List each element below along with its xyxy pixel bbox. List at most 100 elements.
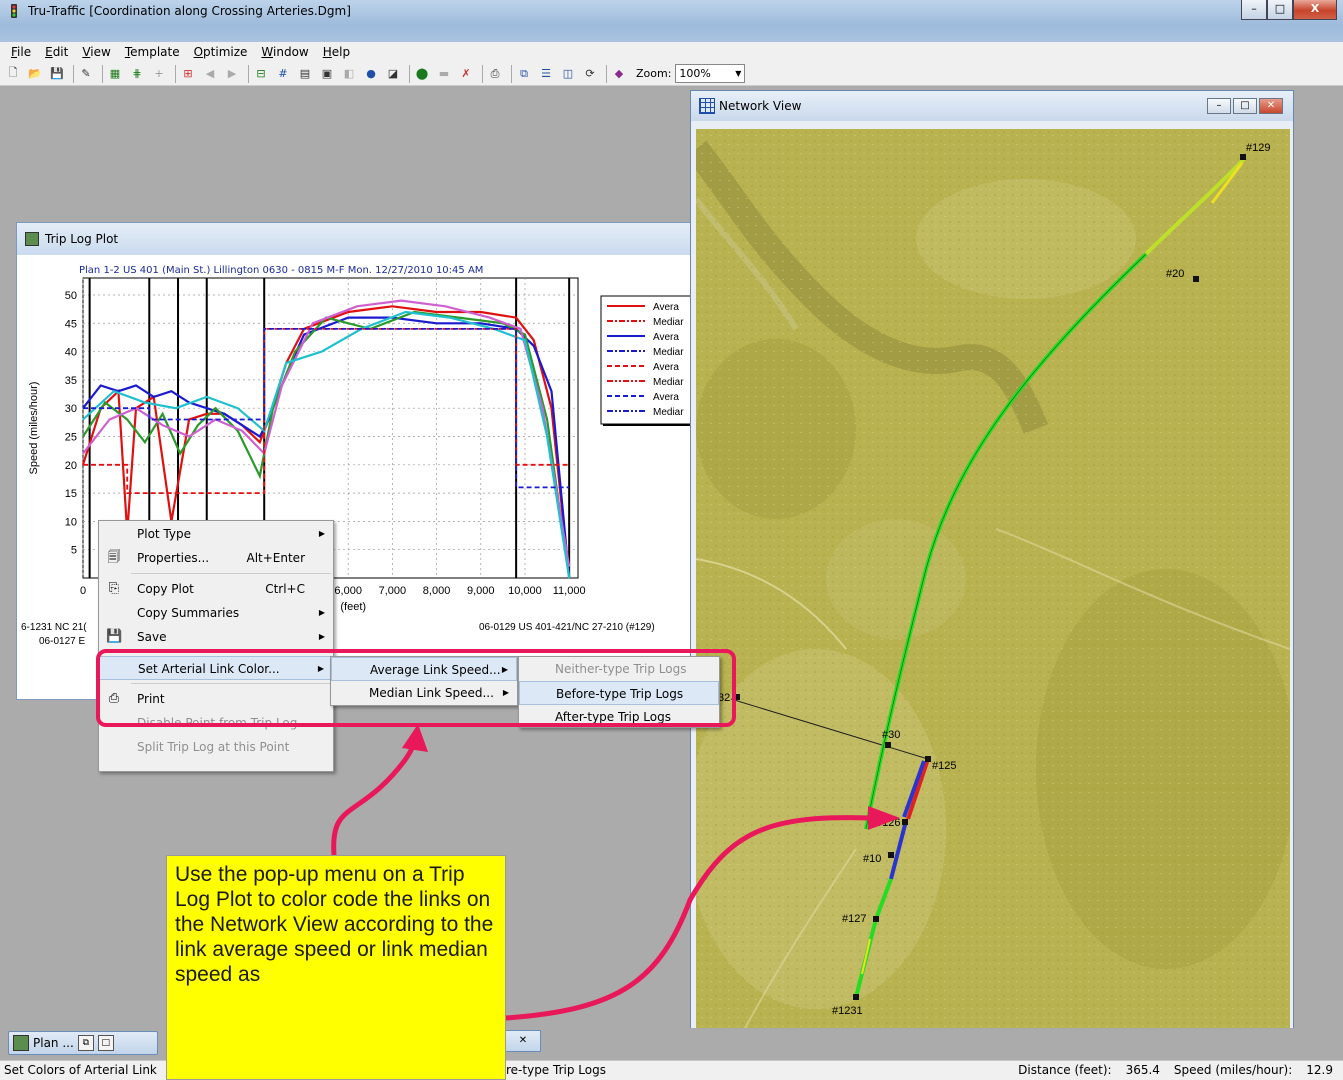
y-tick-label: 40 (65, 347, 77, 359)
disabled-tool-icon[interactable]: ◧ (340, 65, 358, 83)
start-intersection-label: 06-0127 E (39, 636, 85, 647)
taskbar-plan-window[interactable]: Plan ... ⧉ □ (8, 1031, 158, 1055)
cascade-icon[interactable]: ⧉ (515, 65, 533, 83)
clear-icon[interactable]: ✗ (457, 65, 475, 83)
menu-item-properties[interactable]: 🗐 Properties... Alt+Enter (99, 546, 333, 570)
toolbar-separator (482, 64, 483, 83)
y-tick-label: 50 (65, 290, 77, 302)
trip-log-icon (25, 232, 39, 246)
trip-log-context-menu: Plot Type ▶ 🗐 Properties... Alt+Enter ⎘ … (98, 520, 334, 772)
menu-optimize[interactable]: Optimize (187, 45, 255, 59)
nv-maximize-button[interactable]: □ (1233, 98, 1257, 114)
node-marker[interactable] (1240, 154, 1246, 160)
go-icon[interactable]: ⬤ (413, 65, 431, 83)
taskbar-close-button[interactable]: ✕ (505, 1030, 541, 1052)
annotation-arrowhead (402, 724, 428, 752)
menu-item-shortcut: Alt+Enter (246, 551, 305, 565)
legend-label: Mediar (653, 347, 684, 358)
network-view-titlebar[interactable]: Network View (691, 91, 1293, 121)
x-tick-label: 8,000 (423, 585, 451, 597)
maximize-button[interactable]: □ (1267, 0, 1293, 20)
trip-log-plot-titlebar[interactable]: Trip Log Plot (17, 223, 715, 255)
node-marker[interactable] (902, 819, 908, 825)
previous-icon[interactable]: ◀ (201, 65, 219, 83)
minimize-button[interactable]: – (1241, 0, 1267, 20)
print-icon[interactable]: ⎙ (486, 65, 504, 83)
node-marker[interactable] (873, 916, 879, 922)
add-node-icon[interactable]: + (150, 65, 168, 83)
node-marker[interactable] (888, 852, 894, 858)
table-icon[interactable]: ▤ (296, 65, 314, 83)
node-label: #129 (1246, 142, 1270, 154)
app-title-bar: Tru-Traffic [Coordination along Crossing… (0, 0, 1343, 42)
properties-icon[interactable]: ◪ (384, 65, 402, 83)
x-tick-label: 7,000 (379, 585, 407, 597)
open-folder-icon[interactable]: 📂 (26, 65, 44, 83)
legend-label: Avera (653, 362, 679, 373)
timespace-icon[interactable]: ⊟ (252, 65, 270, 83)
tile-vertical-icon[interactable]: ◫ (559, 65, 577, 83)
distance-label: Distance (feet): (1018, 1063, 1112, 1077)
y-tick-label: 35 (65, 375, 77, 387)
node-marker[interactable] (885, 742, 891, 748)
callout-text: Use the pop-up menu on a Trip Log Plot t… (175, 863, 494, 986)
menu-item-copy-plot[interactable]: ⎘ Copy Plot Ctrl+C (99, 577, 333, 601)
legend-label: Mediar (653, 317, 684, 328)
node-label: #126 (876, 817, 900, 829)
maximize-icon[interactable]: □ (97, 1035, 114, 1051)
help-icon[interactable]: ◆ (610, 65, 628, 83)
stop-icon[interactable]: ▬ (435, 65, 453, 83)
globe-icon[interactable]: ● (362, 65, 380, 83)
legend-label: Avera (653, 392, 679, 403)
menu-help[interactable]: Help (316, 45, 357, 59)
properties-icon: 🗐 (107, 550, 121, 565)
node-label: #30 (882, 729, 900, 741)
close-button[interactable]: X (1293, 0, 1337, 20)
node-marker[interactable] (1193, 276, 1199, 282)
tile-horizontal-icon[interactable]: ☰ (537, 65, 555, 83)
toolbar: 🗋 📂 💾 ✎ ▦ ⋕ + ⊞ ◀ ▶ ⊟ # ▤ ▣ ◧ ● ◪ ⬤ ▬ ✗ … (0, 62, 1343, 86)
menu-item-save[interactable]: 💾 Save ▶ (99, 625, 333, 649)
menu-item-label: Save (137, 630, 167, 644)
network-icon[interactable]: ⋕ (128, 65, 146, 83)
menu-template[interactable]: Template (118, 45, 187, 59)
refresh-icon[interactable]: ⟳ (581, 65, 599, 83)
menu-view[interactable]: View (75, 45, 117, 59)
network-map[interactable]: #129 #20 #30 #125 #126 #10 #127 #1231 32 (696, 129, 1290, 1045)
new-file-icon[interactable]: 🗋 (4, 65, 22, 83)
report-icon[interactable]: ▣ (318, 65, 336, 83)
menu-window[interactable]: Window (254, 45, 315, 59)
y-axis-label: Speed (miles/hour) (28, 382, 40, 475)
menu-file[interactable]: File (4, 45, 38, 59)
node-label: #127 (842, 913, 866, 925)
node-label: #20 (1166, 268, 1184, 280)
menu-item-split-trip-log[interactable]: Split Trip Log at this Point (99, 735, 333, 759)
menu-item-label: Split Trip Log at this Point (137, 740, 290, 754)
legend-label: Avera (653, 332, 679, 343)
node-marker[interactable] (853, 994, 859, 1000)
y-tick-label: 15 (65, 488, 77, 500)
save-icon: 💾 (106, 629, 123, 644)
x-tick-label: 11,000 (553, 585, 586, 597)
menu-item-copy-summaries[interactable]: Copy Summaries ▶ (99, 601, 333, 625)
status-hint: Set Colors of Arterial Link (4, 1063, 157, 1077)
status-readouts: Distance (feet): 365.4 Speed (miles/hour… (1008, 1063, 1333, 1077)
node-label: #1231 (832, 1005, 863, 1017)
nv-close-button[interactable]: ✕ (1259, 98, 1283, 114)
zoom-select[interactable]: 100% (675, 64, 746, 83)
grid-icon[interactable]: ▦ (106, 65, 124, 83)
network-view-icon[interactable]: # (274, 65, 292, 83)
menu-edit[interactable]: Edit (38, 45, 75, 59)
save-icon[interactable]: 💾 (48, 65, 66, 83)
signal-icon[interactable]: ⊞ (179, 65, 197, 83)
restore-icon[interactable]: ⧉ (77, 1035, 94, 1051)
network-view-window[interactable]: Network View – □ ✕ #129 #20 #30 #125 #12… (690, 90, 1294, 1050)
nv-minimize-button[interactable]: – (1207, 98, 1231, 114)
node-marker[interactable] (925, 756, 931, 762)
menu-item-label: Plot Type (137, 527, 191, 541)
menu-item-label: Properties... (137, 551, 210, 565)
next-icon[interactable]: ▶ (223, 65, 241, 83)
menu-item-plot-type[interactable]: Plot Type ▶ (99, 522, 333, 546)
network-grid-icon (699, 98, 715, 114)
edit-tool-icon[interactable]: ✎ (77, 65, 95, 83)
